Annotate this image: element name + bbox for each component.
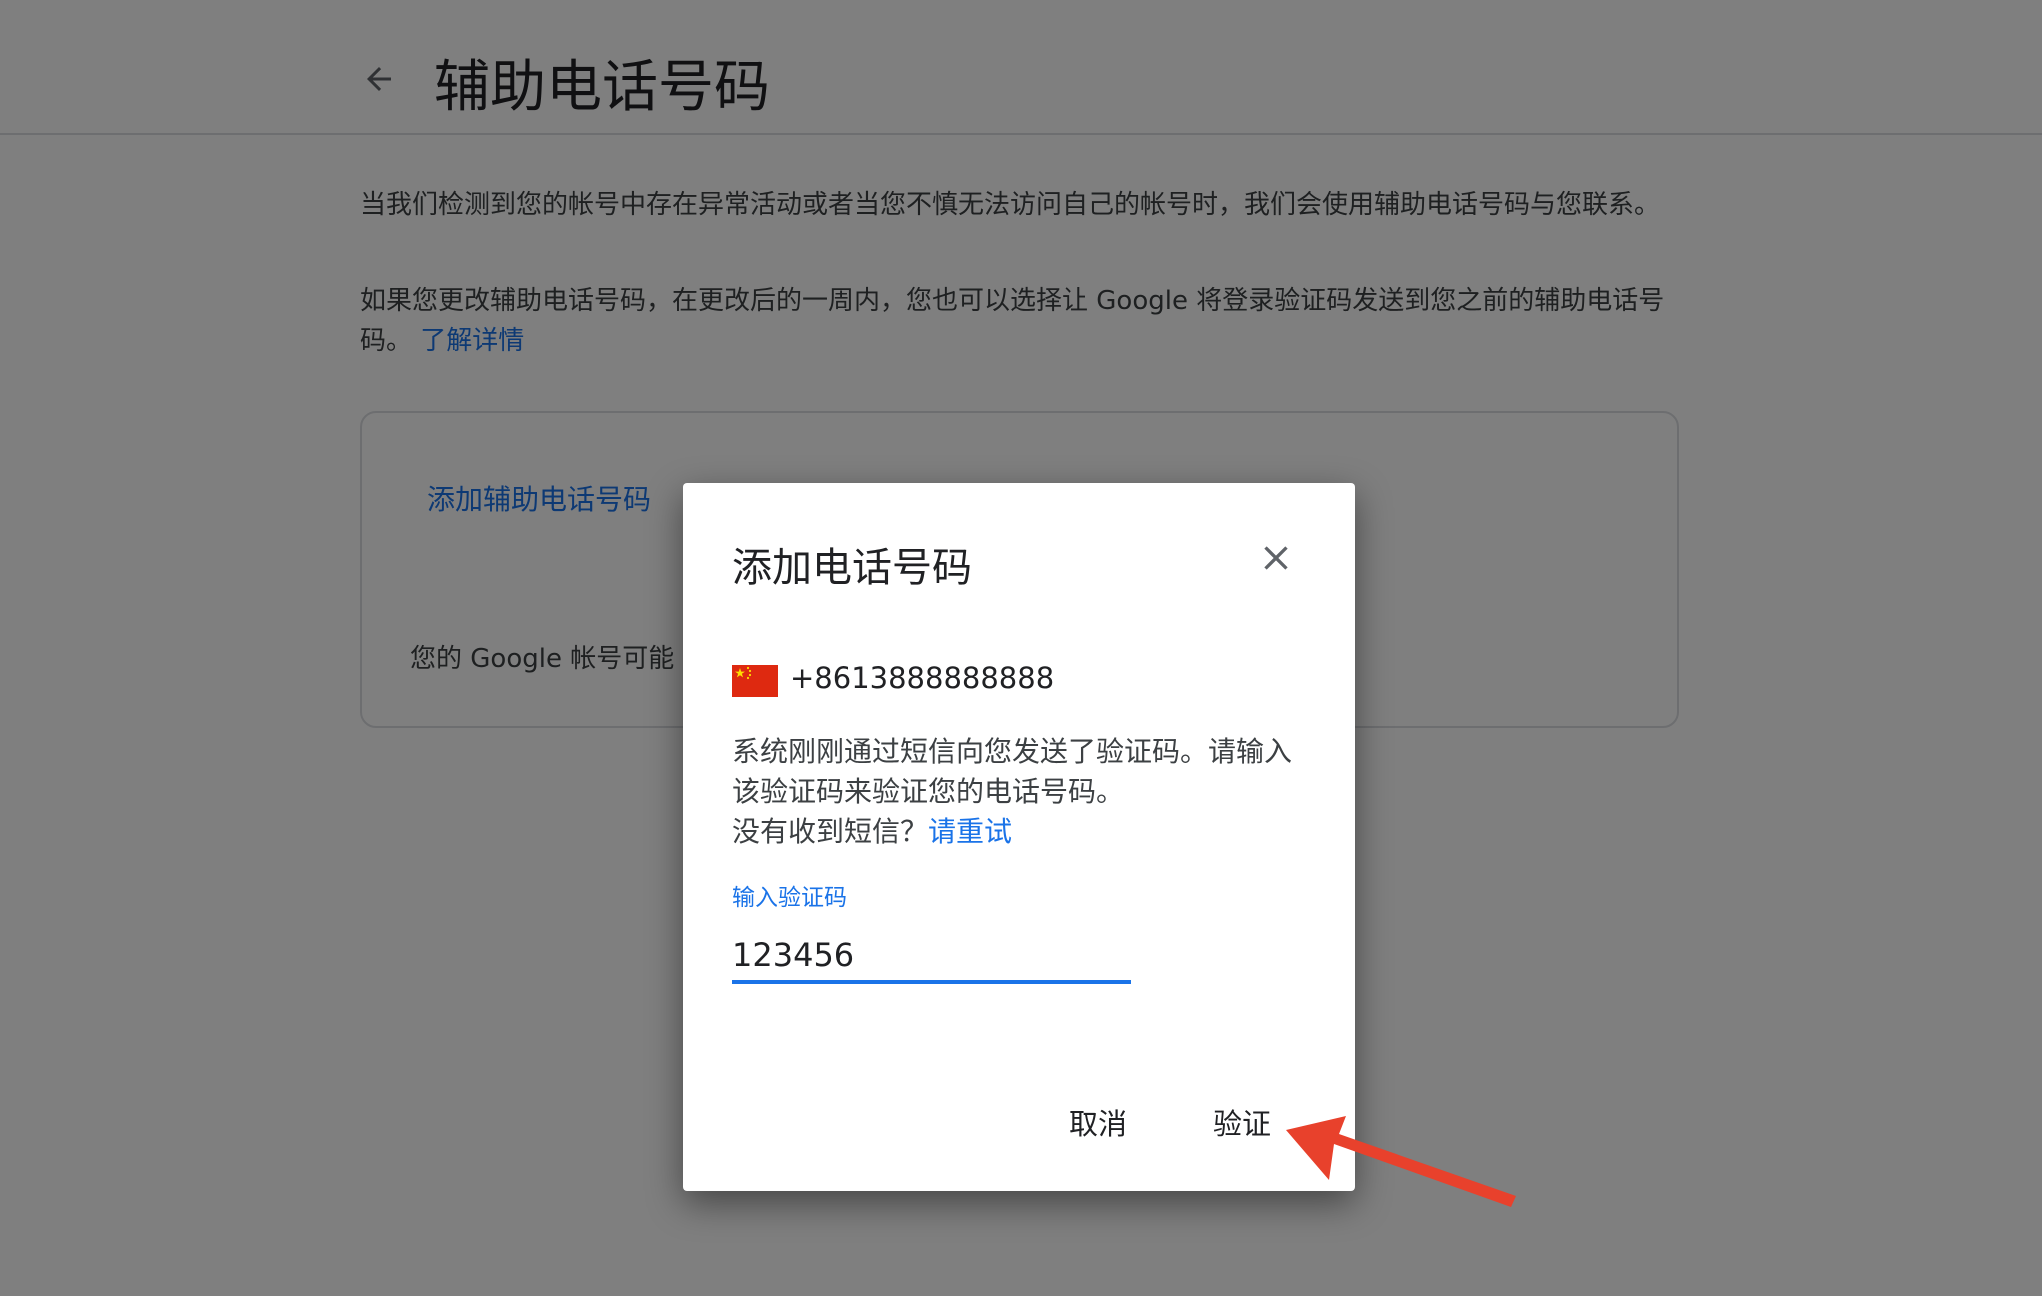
verification-message: 系统刚刚通过短信向您发送了验证码。请输入该验证码来验证您的电话号码。 没有收到短… (732, 732, 1312, 852)
phone-number: +8613888888888 (790, 661, 1055, 695)
close-button[interactable] (1248, 530, 1304, 586)
code-input-label: 输入验证码 (732, 885, 847, 911)
verification-code-input[interactable] (732, 930, 1131, 984)
close-icon (1264, 546, 1288, 570)
cancel-button[interactable]: 取消 (1057, 1097, 1139, 1147)
dialog-title: 添加电话号码 (732, 545, 972, 591)
china-flag-icon (732, 665, 778, 697)
verify-button[interactable]: 验证 (1201, 1097, 1283, 1147)
not-received-text: 没有收到短信？ (732, 815, 929, 848)
sms-sent-text: 系统刚刚通过短信向您发送了验证码。请输入该验证码来验证您的电话号码。 (732, 735, 1293, 808)
add-phone-dialog: 添加电话号码 +8613888888888 系统刚刚通过短信向您发送了验证码。请… (683, 483, 1355, 1191)
retry-link[interactable]: 请重试 (928, 815, 1012, 848)
